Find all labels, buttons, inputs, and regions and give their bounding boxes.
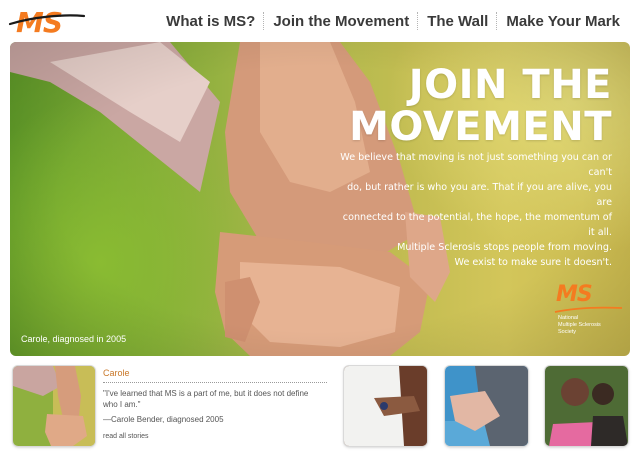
- hero-banner: JOIN THE MOVEMENT We believe that moving…: [10, 42, 630, 356]
- story-name: Carole: [103, 368, 130, 378]
- logo-text-line: National: [558, 315, 579, 321]
- ms-society-logo: MS National Multiple Sclerosis Society: [554, 282, 624, 342]
- story-thumbnail-3[interactable]: [445, 366, 528, 446]
- logo-text-line: Multiple Sclerosis: [558, 322, 601, 328]
- logo-text-line: Society: [558, 329, 577, 335]
- story-thumbnail-carole[interactable]: [13, 366, 95, 446]
- story-divider: [103, 382, 327, 383]
- ms-logo[interactable]: MS: [8, 2, 88, 42]
- hero-text-line: We believe that moving is not just somet…: [340, 152, 612, 178]
- site-header: MS What is MS? Join the Movement The Wal…: [0, 0, 640, 44]
- ms-society-logo-text: National Multiple Sclerosis Society: [558, 315, 601, 336]
- hero-description: We believe that moving is not just somet…: [337, 150, 612, 270]
- ms-society-logo-mark: MS: [556, 282, 593, 307]
- photo-caption: Carole, diagnosed in 2005: [21, 334, 127, 344]
- story-quote-line: "I've learned that MS is a part of me, b…: [103, 389, 309, 398]
- story-quote: "I've learned that MS is a part of me, b…: [103, 388, 329, 410]
- main-nav: What is MS? Join the Movement The Wall M…: [158, 12, 628, 30]
- person-stretching-thumbnail: [445, 366, 528, 446]
- nav-what-is-ms[interactable]: What is MS?: [158, 13, 263, 30]
- person-bracelet-thumbnail: [344, 366, 427, 446]
- story-thumbnail-4[interactable]: [545, 366, 628, 446]
- story-author: —Carole Bender, diagnosed 2005: [103, 415, 224, 424]
- family-portrait-thumbnail: [545, 366, 628, 446]
- logo-swoosh-icon: [554, 306, 623, 313]
- story-excerpt: Carole "I've learned that MS is a part o…: [103, 366, 331, 446]
- hero-title-line: MOVEMENT: [349, 104, 612, 150]
- read-all-stories-link[interactable]: read all stories: [103, 433, 149, 440]
- hero-text-line: connected to the potential, the hope, th…: [342, 212, 612, 238]
- holding-hands-thumbnail: [13, 366, 95, 446]
- hero-text-line: Multiple Sclerosis stops people from mov…: [397, 242, 612, 253]
- story-quote-line: who I am.": [103, 400, 141, 409]
- story-thumbnail-2[interactable]: [344, 366, 427, 446]
- nav-the-wall[interactable]: The Wall: [419, 13, 496, 30]
- hero-title-line: JOIN THE: [408, 62, 612, 108]
- nav-join-the-movement[interactable]: Join the Movement: [265, 13, 417, 30]
- hero-text-line: We exist to make sure it doesn't.: [454, 257, 612, 268]
- nav-make-your-mark[interactable]: Make Your Mark: [498, 13, 628, 30]
- logo-swoosh-icon: [8, 14, 86, 26]
- hero-text-line: do, but rather is who you are. That if y…: [347, 182, 612, 208]
- hero-title: JOIN THE MOVEMENT: [349, 64, 612, 148]
